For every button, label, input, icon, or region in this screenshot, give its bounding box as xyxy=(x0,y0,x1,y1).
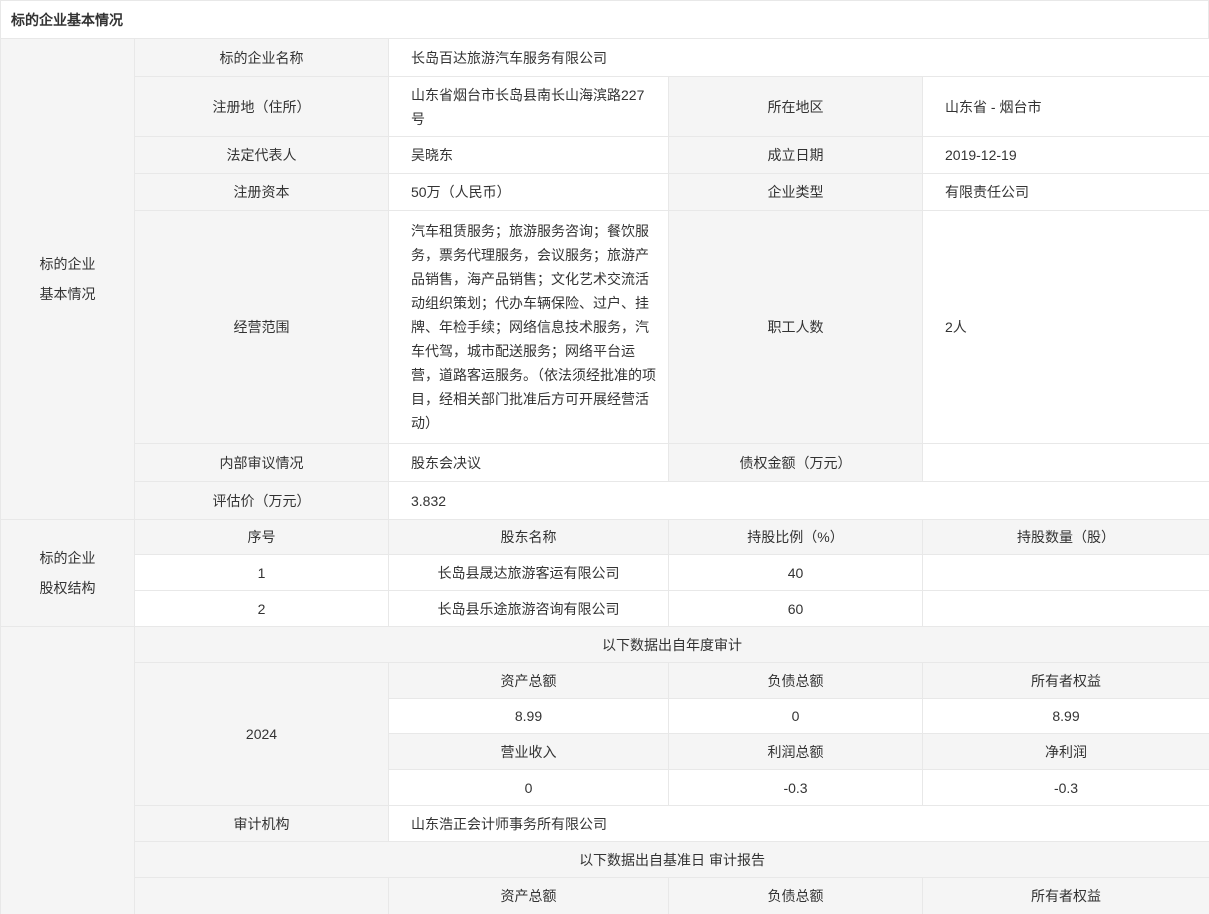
equity-row-1: 1 长岛县晟达旅游客运有限公司 40 xyxy=(1,555,1209,591)
label-establish-date: 成立日期 xyxy=(669,137,923,174)
row-baseline-headers: 资产总额 负债总额 所有者权益 xyxy=(1,878,1209,914)
value-region: 山东省 - 烟台市 xyxy=(923,77,1209,137)
header-share-ratio: 持股比例（%） xyxy=(669,520,923,555)
label-address: 注册地（住所） xyxy=(135,77,389,137)
value-internal-review: 股东会决议 xyxy=(389,444,669,482)
row-reg-capital: 注册资本 50万（人民币） 企业类型 有限责任公司 xyxy=(1,174,1209,211)
row-audit-org: 审计机构 山东浩正会计师事务所有限公司 xyxy=(1,806,1209,842)
label-legal-rep: 法定代表人 xyxy=(135,137,389,174)
row-annual-audit-title: 以下数据出自年度审计 xyxy=(1,627,1209,663)
value-company-type: 有限责任公司 xyxy=(923,174,1209,211)
group-equity-structure: 标的企业 股权结构 xyxy=(1,520,135,627)
value-revenue: 0 xyxy=(389,770,669,806)
equity-1-no: 1 xyxy=(135,555,389,591)
label-company-name: 标的企业名称 xyxy=(135,39,389,77)
equity-row-2: 2 长岛县乐途旅游咨询有限公司 60 xyxy=(1,591,1209,627)
equity-1-shares xyxy=(923,555,1209,591)
baseline-header-total-assets: 资产总额 xyxy=(389,878,669,914)
audit-year: 2024 xyxy=(135,663,389,806)
label-employees: 职工人数 xyxy=(669,211,923,444)
label-region: 所在地区 xyxy=(669,77,923,137)
row-baseline-audit-title: 以下数据出自基准日 审计报告 xyxy=(1,842,1209,878)
baseline-audit-title: 以下数据出自基准日 审计报告 xyxy=(135,842,1209,878)
header-total-assets: 资产总额 xyxy=(389,663,669,699)
annual-audit-title: 以下数据出自年度审计 xyxy=(135,627,1209,663)
row-legal-rep: 法定代表人 吴晓东 成立日期 2019-12-19 xyxy=(1,137,1209,174)
label-company-type: 企业类型 xyxy=(669,174,923,211)
header-owner-equity: 所有者权益 xyxy=(923,663,1209,699)
value-audit-org: 山东浩正会计师事务所有限公司 xyxy=(389,806,1209,842)
row-equity-header: 标的企业 股权结构 序号 股东名称 持股比例（%） 持股数量（股） xyxy=(1,520,1209,555)
equity-2-no: 2 xyxy=(135,591,389,627)
row-internal-review: 内部审议情况 股东会决议 债权金额（万元） xyxy=(1,444,1209,482)
header-total-profit: 利润总额 xyxy=(669,734,923,770)
group-audit-blank xyxy=(1,627,135,914)
header-net-profit: 净利润 xyxy=(923,734,1209,770)
value-total-liabilities: 0 xyxy=(669,699,923,734)
value-legal-rep: 吴晓东 xyxy=(389,137,669,174)
label-reg-capital: 注册资本 xyxy=(135,174,389,211)
row-address: 注册地（住所） 山东省烟台市长岛县南长山海滨路227号 所在地区 山东省 - 烟… xyxy=(1,77,1209,137)
row-audit-headers-1: 2024 资产总额 负债总额 所有者权益 xyxy=(1,663,1209,699)
label-debt-amount: 债权金额（万元） xyxy=(669,444,923,482)
group-basic-info: 标的企业 基本情况 xyxy=(1,39,135,520)
label-appraisal: 评估价（万元） xyxy=(135,482,389,520)
section-title: 标的企业基本情况 xyxy=(0,0,1209,38)
value-business-scope: 汽车租赁服务；旅游服务咨询；餐饮服务，票务代理服务，会议服务；旅游产品销售，海产… xyxy=(389,211,669,444)
row-business-scope: 经营范围 汽车租赁服务；旅游服务咨询；餐饮服务，票务代理服务，会议服务；旅游产品… xyxy=(1,211,1209,444)
header-shareholder-name: 股东名称 xyxy=(389,520,669,555)
equity-2-ratio: 60 xyxy=(669,591,923,627)
enterprise-info-panel: 标的企业基本情况 标的企业 基本情况 标的企业名称 长岛百达旅游汽车服务有限公司… xyxy=(0,0,1209,914)
row-appraisal: 评估价（万元） 3.832 xyxy=(1,482,1209,520)
value-address: 山东省烟台市长岛县南长山海滨路227号 xyxy=(389,77,669,137)
label-internal-review: 内部审议情况 xyxy=(135,444,389,482)
enterprise-info-table: 标的企业 基本情况 标的企业名称 长岛百达旅游汽车服务有限公司 注册地（住所） … xyxy=(0,38,1209,914)
header-total-liabilities: 负债总额 xyxy=(669,663,923,699)
section-title-text: 标的企业基本情况 xyxy=(11,10,123,30)
header-revenue: 营业收入 xyxy=(389,734,669,770)
value-appraisal: 3.832 xyxy=(389,482,1209,520)
row-company-name: 标的企业 基本情况 标的企业名称 长岛百达旅游汽车服务有限公司 xyxy=(1,39,1209,77)
value-debt-amount xyxy=(923,444,1209,482)
equity-1-name: 长岛县晟达旅游客运有限公司 xyxy=(389,555,669,591)
equity-1-ratio: 40 xyxy=(669,555,923,591)
value-establish-date: 2019-12-19 xyxy=(923,137,1209,174)
value-employees: 2人 xyxy=(923,211,1209,444)
value-company-name: 长岛百达旅游汽车服务有限公司 xyxy=(389,39,1209,77)
equity-2-shares xyxy=(923,591,1209,627)
baseline-header-owner-equity: 所有者权益 xyxy=(923,878,1209,914)
label-audit-org: 审计机构 xyxy=(135,806,389,842)
value-total-profit: -0.3 xyxy=(669,770,923,806)
header-share-count: 持股数量（股） xyxy=(923,520,1209,555)
baseline-year-blank xyxy=(135,878,389,914)
label-business-scope: 经营范围 xyxy=(135,211,389,444)
value-owner-equity: 8.99 xyxy=(923,699,1209,734)
equity-2-name: 长岛县乐途旅游咨询有限公司 xyxy=(389,591,669,627)
baseline-header-total-liabilities: 负债总额 xyxy=(669,878,923,914)
value-total-assets: 8.99 xyxy=(389,699,669,734)
value-reg-capital: 50万（人民币） xyxy=(389,174,669,211)
header-seq-no: 序号 xyxy=(135,520,389,555)
value-net-profit: -0.3 xyxy=(923,770,1209,806)
